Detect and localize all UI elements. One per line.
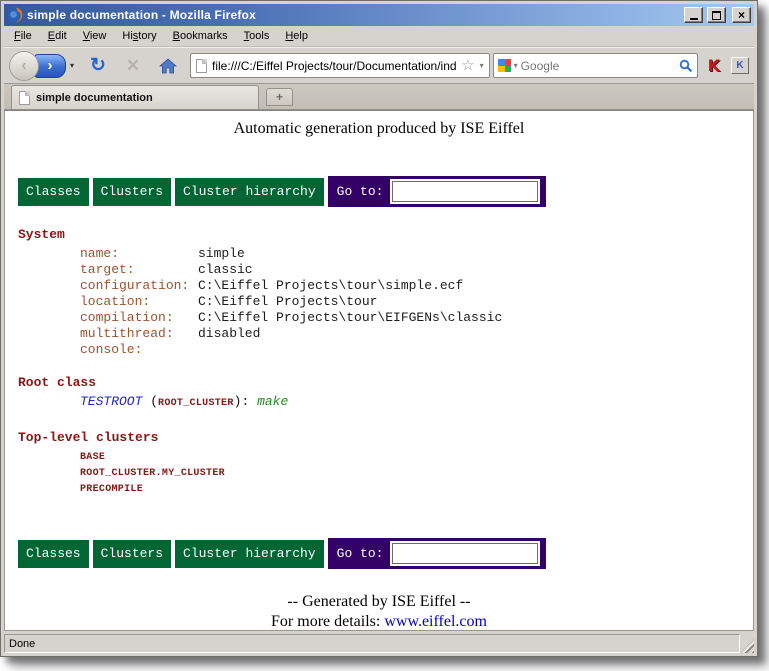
- cluster-hierarchy-button-bottom[interactable]: Cluster hierarchy: [175, 540, 324, 568]
- status-text: Done: [4, 634, 740, 653]
- menu-view[interactable]: View: [75, 27, 115, 45]
- root-feature-link[interactable]: make: [257, 394, 288, 409]
- menu-edit[interactable]: Edit: [40, 27, 75, 45]
- search-input[interactable]: [521, 59, 676, 73]
- title-bar: simple documentation - Mozilla Firefox ×: [4, 4, 754, 26]
- urlbar-dropdown-icon[interactable]: ▾: [480, 61, 484, 70]
- url-input[interactable]: [212, 59, 456, 73]
- goto-block-bottom: Go to:: [328, 538, 547, 569]
- new-tab-button[interactable]: +: [266, 88, 293, 106]
- goto-label: Go to:: [337, 184, 384, 199]
- maximize-button[interactable]: [707, 7, 726, 23]
- doc-footer: -- Generated by ISE Eiffel -- For more d…: [5, 592, 753, 631]
- system-row-console: console:: [80, 342, 753, 358]
- system-heading: System: [18, 227, 753, 242]
- minimize-button[interactable]: [684, 7, 703, 23]
- classes-button[interactable]: Classes: [18, 178, 89, 206]
- goto-input-top[interactable]: [392, 181, 538, 202]
- doc-nav-bottom: Classes Clusters Cluster hierarchy Go to…: [18, 538, 740, 569]
- tab-bar: simple documentation +: [4, 84, 754, 110]
- more-details-line: For more details: www.eiffel.com: [5, 612, 753, 631]
- root-class-link[interactable]: TESTROOT: [80, 394, 142, 409]
- clusters-button[interactable]: Clusters: [93, 178, 171, 206]
- back-button[interactable]: ‹: [9, 51, 39, 81]
- page-icon: [196, 59, 207, 73]
- cluster-list: BASE ROOT_CLUSTER.MY_CLUSTER PRECOMPILE: [80, 450, 753, 498]
- root-class-line: TESTROOT (ROOT_CLUSTER): make: [80, 394, 753, 409]
- generated-by-line: -- Generated by ISE Eiffel --: [5, 592, 753, 612]
- kaspersky-icon[interactable]: K: [708, 56, 720, 75]
- menu-help[interactable]: Help: [277, 27, 316, 45]
- resize-grip[interactable]: [740, 639, 754, 653]
- search-box[interactable]: ▾: [493, 53, 698, 78]
- cluster-item-precompile[interactable]: PRECOMPILE: [80, 482, 753, 498]
- tab-label: simple documentation: [36, 92, 153, 104]
- address-bar[interactable]: ☆ ▾: [190, 53, 490, 78]
- cluster-hierarchy-button[interactable]: Cluster hierarchy: [175, 178, 324, 206]
- tab-page-icon: [19, 91, 30, 105]
- system-row-name: name:simple: [80, 246, 753, 262]
- system-row-configuration: configuration:C:\Eiffel Projects\tour\si…: [80, 278, 753, 294]
- menu-history[interactable]: History: [114, 27, 164, 45]
- menu-bookmarks[interactable]: Bookmarks: [165, 27, 236, 45]
- goto-block: Go to:: [328, 176, 547, 207]
- clusters-button-bottom[interactable]: Clusters: [93, 540, 171, 568]
- window-title: simple documentation - Mozilla Firefox: [27, 8, 680, 22]
- stop-button[interactable]: ✕: [120, 56, 146, 76]
- system-row-target: target:classic: [80, 262, 753, 278]
- status-bar: Done: [4, 631, 754, 653]
- search-magnifier-icon[interactable]: [679, 59, 693, 73]
- doc-header: Automatic generation produced by ISE Eif…: [5, 120, 753, 138]
- root-cluster-ref[interactable]: ROOT_CLUSTER: [158, 398, 234, 409]
- system-rows: name:simple target:classic configuration…: [80, 246, 753, 358]
- reload-button[interactable]: ↻: [85, 54, 111, 77]
- cluster-item-base[interactable]: BASE: [80, 450, 753, 466]
- cluster-item-root-cluster-my-cluster[interactable]: ROOT_CLUSTER.MY_CLUSTER: [80, 466, 753, 482]
- home-icon: [159, 58, 177, 74]
- menu-bar: File Edit View History Bookmarks Tools H…: [4, 26, 754, 47]
- classes-button-bottom[interactable]: Classes: [18, 540, 89, 568]
- search-engine-dropdown-icon[interactable]: ▾: [514, 61, 518, 70]
- tab-simple-documentation[interactable]: simple documentation: [11, 85, 259, 109]
- root-class-heading: Root class: [18, 375, 753, 390]
- system-row-location: location:C:\Eiffel Projects\tour: [80, 294, 753, 310]
- close-button[interactable]: ×: [732, 7, 751, 23]
- k-toolbar-button[interactable]: K: [731, 57, 749, 74]
- menu-tools[interactable]: Tools: [236, 27, 278, 45]
- bookmark-star-icon[interactable]: ☆: [461, 59, 474, 73]
- menu-file[interactable]: File: [6, 27, 40, 45]
- goto-label-bottom: Go to:: [337, 546, 384, 561]
- navigation-toolbar: ‹ › ▾ ↻ ✕ ☆ ▾ ▾ K K: [4, 47, 754, 84]
- google-icon: [498, 59, 511, 72]
- top-level-clusters-heading: Top-level clusters: [18, 430, 753, 445]
- firefox-window: simple documentation - Mozilla Firefox ×…: [0, 0, 758, 657]
- goto-input-bottom[interactable]: [392, 543, 538, 564]
- system-row-multithread: multithread:disabled: [80, 326, 753, 342]
- home-button[interactable]: [155, 58, 181, 74]
- history-dropdown-icon[interactable]: ▾: [70, 61, 74, 70]
- doc-nav-top: Classes Clusters Cluster hierarchy Go to…: [18, 176, 740, 207]
- firefox-icon: [7, 7, 23, 23]
- eiffel-com-link[interactable]: www.eiffel.com: [384, 613, 487, 630]
- system-row-compilation: compilation:C:\Eiffel Projects\tour\EIFG…: [80, 310, 753, 326]
- page-content: Automatic generation produced by ISE Eif…: [4, 110, 754, 631]
